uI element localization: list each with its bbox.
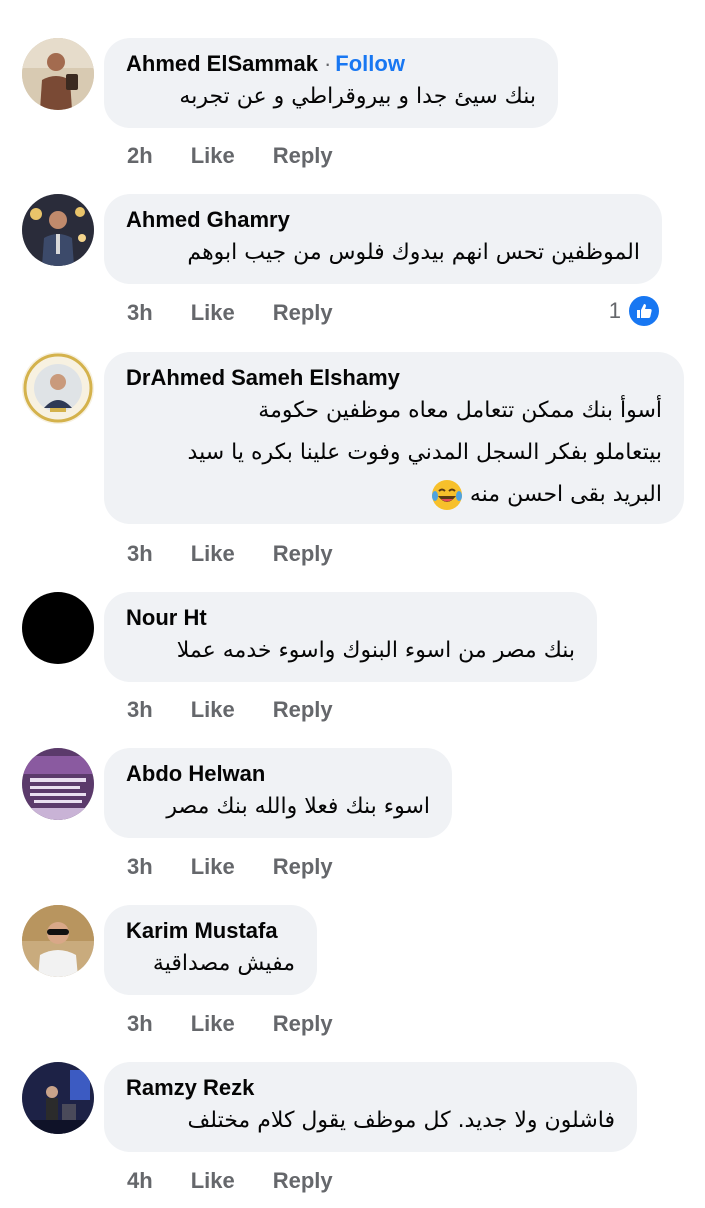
avatar[interactable] — [22, 592, 94, 664]
comment-actions: 2h Like Reply — [127, 143, 371, 169]
like-button[interactable]: Like — [191, 854, 235, 880]
avatar[interactable] — [22, 352, 94, 424]
timestamp[interactable]: 2h — [127, 143, 153, 169]
timestamp[interactable]: 4h — [127, 1168, 153, 1194]
avatar[interactable] — [22, 194, 94, 266]
comment-text-line: البريد بقى احسن منه — [126, 474, 662, 516]
reaction-summary[interactable]: 1 — [609, 294, 661, 328]
follow-button[interactable]: Follow — [335, 51, 405, 76]
commenter-name[interactable]: Ahmed ElSammak — [126, 51, 318, 76]
like-button[interactable]: Like — [191, 143, 235, 169]
comment-text-line: بيتعاملو بفكر السجل المدني وفوت علينا بك… — [187, 440, 662, 465]
comment-bubble: Nour Ht بنك مصر من اسوء البنوك واسوء خدم… — [104, 592, 597, 682]
comment-text: الموظفين تحس انهم بيدوك فلوس من جيب ابوه… — [187, 240, 640, 265]
comment-text: مفيش مصداقية — [152, 951, 295, 976]
avatar[interactable] — [22, 905, 94, 977]
like-button[interactable]: Like — [191, 541, 235, 567]
timestamp[interactable]: 3h — [127, 541, 153, 567]
commenter-name[interactable]: Ahmed Ghamry — [126, 208, 640, 232]
comment-bubble: Ahmed ElSammak · Follow بنك سيئ جدا و بيرو… — [104, 38, 558, 128]
like-button[interactable]: Like — [191, 1011, 235, 1037]
comment-actions: 3h Like Reply — [127, 300, 371, 326]
reply-button[interactable]: Reply — [273, 541, 333, 567]
comment-actions: 3h Like Reply — [127, 697, 371, 723]
commenter-name[interactable]: Ramzy Rezk — [126, 1076, 615, 1100]
comment-bubble: Ahmed Ghamry الموظفين تحس انهم بيدوك فلو… — [104, 194, 662, 284]
reply-button[interactable]: Reply — [273, 697, 333, 723]
commenter-name[interactable]: Karim Mustafa — [126, 919, 295, 943]
like-button[interactable]: Like — [191, 300, 235, 326]
commenter-name[interactable]: DrAhmed Sameh Elshamy — [126, 366, 662, 390]
reply-button[interactable]: Reply — [273, 854, 333, 880]
timestamp[interactable]: 3h — [127, 1011, 153, 1037]
avatar[interactable] — [22, 1062, 94, 1134]
reply-button[interactable]: Reply — [273, 1011, 333, 1037]
comment-text: فاشلون ولا جديد. كل موظف يقول كلام مختلف — [187, 1108, 615, 1133]
reaction-count: 1 — [608, 298, 621, 323]
reply-button[interactable]: Reply — [273, 1168, 333, 1194]
timestamp[interactable]: 3h — [127, 697, 153, 723]
comment-actions: 4h Like Reply — [127, 1168, 371, 1194]
comment-actions: 3h Like Reply — [127, 854, 371, 880]
comment-bubble: Abdo Helwan اسوء بنك فعلا والله بنك مصر — [104, 748, 452, 838]
comment-actions: 3h Like Reply — [127, 1011, 371, 1037]
commenter-name[interactable]: Nour Ht — [126, 606, 575, 630]
laughing-tears-emoji — [430, 478, 464, 512]
comment-actions: 3h Like Reply — [127, 541, 371, 567]
comment-text-segment: البريد بقى احسن منه — [469, 482, 662, 507]
comment-text-line: أسوأ بنك ممكن تتعامل معاه موظفين حكومة — [258, 398, 662, 423]
comment-text: اسوء بنك فعلا والله بنك مصر — [166, 794, 430, 819]
separator-dot: · — [323, 51, 332, 76]
timestamp[interactable]: 3h — [127, 854, 153, 880]
avatar[interactable] — [22, 38, 94, 110]
comment-text: بنك مصر من اسوء البنوك واسوء خدمه عملا — [176, 638, 575, 663]
like-button[interactable]: Like — [191, 1168, 235, 1194]
reply-button[interactable]: Reply — [273, 143, 333, 169]
comment-bubble: Karim Mustafa مفيش مصداقية — [104, 905, 317, 995]
comment-bubble: Ramzy Rezk فاشلون ولا جديد. كل موظف يقول… — [104, 1062, 637, 1152]
like-button[interactable]: Like — [191, 697, 235, 723]
commenter-name[interactable]: Abdo Helwan — [126, 762, 430, 786]
timestamp[interactable]: 3h — [127, 300, 153, 326]
comment-text: بنك سيئ جدا و بيروقراطي و عن تجربه — [179, 84, 536, 109]
reply-button[interactable]: Reply — [273, 300, 333, 326]
like-icon — [627, 294, 661, 328]
comment-bubble: DrAhmed Sameh Elshamy أسوأ بنك ممكن تتعا… — [104, 352, 684, 524]
avatar[interactable] — [22, 748, 94, 820]
